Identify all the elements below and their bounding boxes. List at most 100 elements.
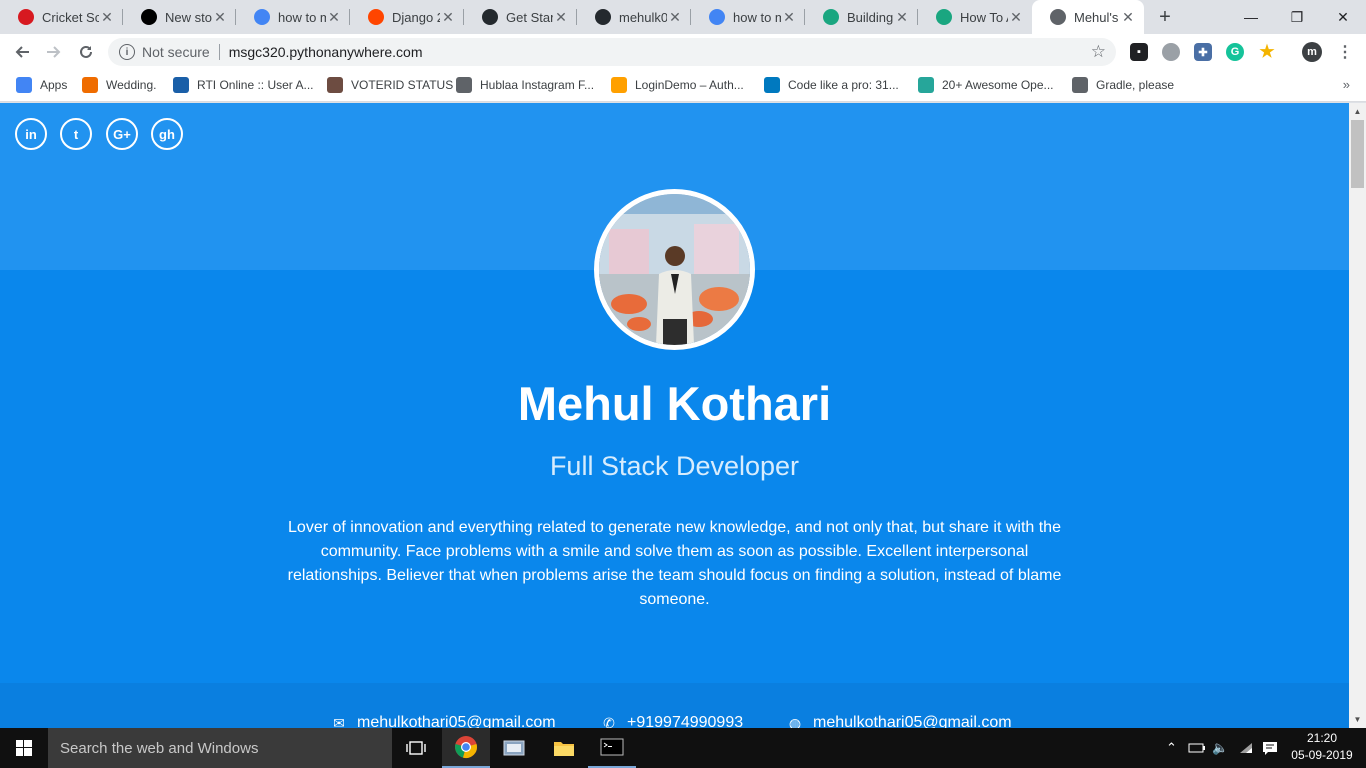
notifications-icon[interactable] <box>1262 728 1278 768</box>
star-extension-icon[interactable]: ★ <box>1258 42 1276 61</box>
close-tab-icon[interactable]: ✕ <box>781 9 797 26</box>
close-tab-icon[interactable]: ✕ <box>553 9 569 26</box>
contact-email-text: mehulkothari05@gmail.com <box>357 714 556 728</box>
tab-8[interactable]: How To A✕ <box>918 0 1032 34</box>
contact-phone[interactable]: ✆ +919974990993 <box>601 714 743 728</box>
tab-3[interactable]: Django 2 ✕ <box>350 0 464 34</box>
voterid-icon <box>327 77 343 93</box>
address-divider <box>218 44 220 60</box>
tab-7[interactable]: Building ✕ <box>805 0 918 34</box>
google-icon <box>709 9 725 25</box>
maximize-button[interactable]: ❐ <box>1274 0 1320 34</box>
bookmarks-overflow-button[interactable]: » <box>1343 77 1350 92</box>
profile-avatar[interactable]: m <box>1302 42 1322 62</box>
close-window-button[interactable]: ✕ <box>1320 0 1366 34</box>
taskbar-search-box[interactable]: Search the web and Windows <box>48 728 392 768</box>
tab-9[interactable]: Mehul's F✕ <box>1032 0 1144 34</box>
wifi-icon[interactable] <box>1238 728 1254 768</box>
task-view-button[interactable] <box>392 728 440 768</box>
close-tab-icon[interactable]: ✕ <box>212 9 228 26</box>
bookmark-7[interactable]: 20+ Awesome Ope... <box>918 77 1054 93</box>
envelope-icon: ✉ <box>333 714 345 729</box>
rti-icon <box>173 77 189 93</box>
bookmark-2[interactable]: RTI Online :: User A... <box>173 77 313 93</box>
tab-4[interactable]: Get Start ✕ <box>464 0 577 34</box>
github-icon[interactable]: gh <box>151 118 183 150</box>
bookmark-label: RTI Online :: User A... <box>197 78 314 92</box>
tab-title: Django 2 <box>392 9 440 25</box>
back-button[interactable] <box>10 40 34 64</box>
tab-title: Get Start <box>506 9 553 25</box>
bookmark-5[interactable]: LoginDemo – Auth... <box>611 77 744 93</box>
tab-1[interactable]: New stor ✕ <box>123 0 236 34</box>
battery-icon[interactable] <box>1188 728 1206 768</box>
globe-icon <box>456 77 472 93</box>
info-icon[interactable]: i <box>119 44 135 60</box>
bookmark-3[interactable]: VOTERID STATUS <box>327 77 453 93</box>
contact-website[interactable]: ◍ mehulkothari05@gmail.com <box>787 714 1012 728</box>
taskbar-clock[interactable]: 21:20 05-09-2019 <box>1288 730 1356 764</box>
volume-icon[interactable]: 🔈 <box>1212 728 1228 768</box>
close-tab-icon[interactable]: ✕ <box>99 9 115 26</box>
task-view-icon <box>406 741 426 755</box>
reload-icon <box>80 45 92 58</box>
menu-kebab-icon[interactable]: ⋮ <box>1336 43 1354 61</box>
bookmark-8[interactable]: Gradle, please <box>1072 77 1174 93</box>
tab-0[interactable]: Cricket Sc ✕ <box>0 0 123 34</box>
address-bar[interactable]: i Not secure msgc320.pythonanywhere.com … <box>108 38 1116 66</box>
bookmark-0[interactable]: Apps <box>16 77 67 93</box>
bookmark-label: Wedding. <box>106 78 157 92</box>
page-scrollbar[interactable]: ▲ ▼ <box>1349 103 1366 728</box>
taskbar-chrome[interactable] <box>442 728 490 768</box>
close-tab-icon[interactable]: ✕ <box>667 9 683 26</box>
close-tab-icon[interactable]: ✕ <box>1008 9 1024 26</box>
new-tab-button[interactable]: + <box>1155 6 1175 29</box>
taskbar-app-2[interactable] <box>490 728 538 768</box>
wedding-icon <box>82 77 98 93</box>
close-tab-icon[interactable]: ✕ <box>326 9 342 26</box>
contact-phone-text: +919974990993 <box>627 714 744 728</box>
tab-2[interactable]: how to m ✕ <box>236 0 350 34</box>
scroll-thumb[interactable] <box>1351 120 1364 188</box>
forward-button[interactable] <box>42 40 66 64</box>
tab-title: New stor <box>165 9 212 25</box>
windows-taskbar: Search the web and Windows ⌃ 🔈 21:20 05-… <box>0 728 1366 768</box>
scroll-up-icon[interactable]: ▲ <box>1349 103 1366 120</box>
reload-button[interactable] <box>74 40 98 64</box>
tab-strip: Cricket Sc ✕ New stor ✕ how to m ✕ Django 2 ✕ Ge… <box>0 0 1366 34</box>
google-plus-icon[interactable]: G+ <box>106 118 138 150</box>
start-button[interactable] <box>0 728 48 768</box>
extension-1-icon[interactable]: ▪ <box>1130 43 1148 61</box>
taskbar-file-explorer[interactable] <box>540 728 588 768</box>
tab-title: Building <box>847 9 894 25</box>
extension-3-icon[interactable]: ✚ <box>1194 43 1212 61</box>
tab-title: mehulk05 <box>619 9 667 25</box>
security-status[interactable]: Not secure <box>142 44 210 60</box>
globe-icon <box>1050 9 1066 25</box>
tab-6[interactable]: how to m ✕ <box>691 0 805 34</box>
linkedin-icon[interactable]: in <box>15 118 47 150</box>
close-tab-icon[interactable]: ✕ <box>894 9 910 26</box>
arrow-a-icon <box>918 77 934 93</box>
tab-5[interactable]: mehulk05✕ <box>577 0 691 34</box>
bookmark-1[interactable]: Wedding. <box>82 77 156 93</box>
windows-logo-icon <box>16 740 32 756</box>
chrome-icon <box>455 736 477 758</box>
url-text[interactable]: msgc320.pythonanywhere.com <box>229 44 423 60</box>
bookmark-6[interactable]: Code like a pro: 31... <box>764 77 899 93</box>
scroll-down-icon[interactable]: ▼ <box>1349 711 1366 728</box>
bookmark-4[interactable]: Hublaa Instagram F... <box>456 77 594 93</box>
tray-chevron-icon[interactable]: ⌃ <box>1166 728 1177 768</box>
grammarly-icon[interactable]: G <box>1226 43 1244 61</box>
contact-email[interactable]: ✉ mehulkothari05@gmail.com <box>331 714 556 729</box>
extension-2-icon[interactable] <box>1162 43 1180 61</box>
close-tab-icon[interactable]: ✕ <box>1120 9 1136 26</box>
taskbar-terminal[interactable] <box>588 728 636 768</box>
twitter-icon[interactable]: t <box>60 118 92 150</box>
medium-icon <box>141 9 157 25</box>
bookmark-label: Hublaa Instagram F... <box>480 78 595 92</box>
close-tab-icon[interactable]: ✕ <box>440 9 456 26</box>
minimize-button[interactable]: — <box>1228 0 1274 34</box>
reddit-icon <box>368 9 384 25</box>
bookmark-star-icon[interactable]: ☆ <box>1091 42 1106 62</box>
